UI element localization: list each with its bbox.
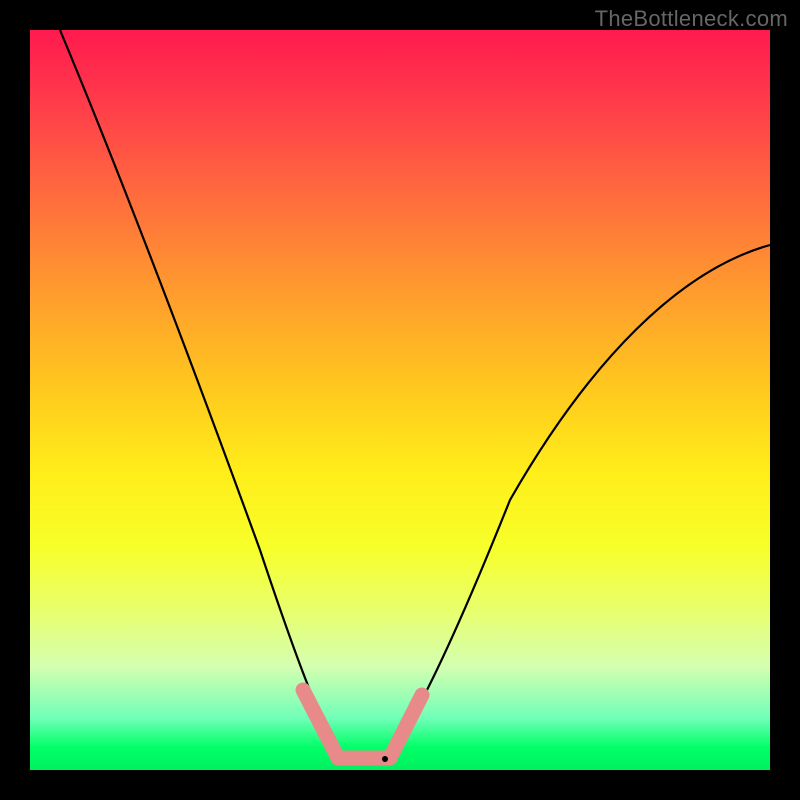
watermark-text: TheBottleneck.com	[595, 6, 788, 32]
chart-frame: TheBottleneck.com	[0, 0, 800, 800]
plot-background	[30, 30, 770, 770]
